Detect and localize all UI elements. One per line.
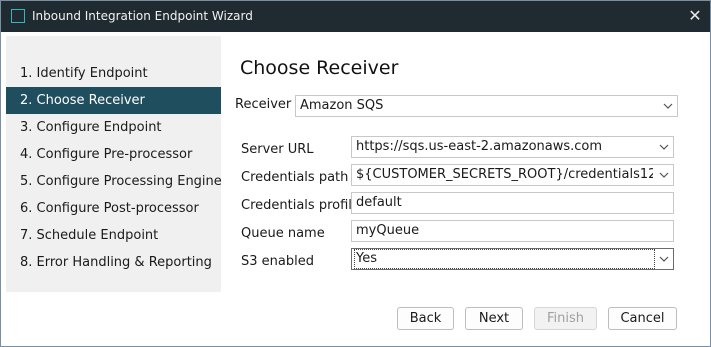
close-icon[interactable]: ✕ — [683, 5, 707, 27]
nav-step-configure-endpoint[interactable]: 3. Configure Endpoint — [6, 114, 221, 141]
title-bar: Inbound Integration Endpoint Wizard ✕ — [1, 1, 710, 32]
credentials-profile-label: Credentials profile — [241, 198, 360, 213]
s3-enabled-label: S3 enabled — [241, 254, 314, 269]
page-title: Choose Receiver — [240, 57, 399, 79]
server-url-label: Server URL — [241, 142, 314, 157]
nav-step-identify-endpoint[interactable]: 1. Identify Endpoint — [6, 60, 221, 87]
wizard-window: Inbound Integration Endpoint Wizard ✕ 1.… — [0, 0, 711, 347]
receiver-select[interactable]: Amazon SQS — [295, 95, 678, 117]
nav-step-schedule-endpoint[interactable]: 7. Schedule Endpoint — [6, 222, 221, 249]
next-button[interactable]: Next — [465, 307, 523, 330]
s3-enabled-value: Yes — [354, 249, 655, 269]
window-title: Inbound Integration Endpoint Wizard — [32, 9, 253, 23]
queue-name-input[interactable]: myQueue — [351, 220, 674, 242]
nav-step-configure-processing-engine[interactable]: 5. Configure Processing Engine — [6, 168, 222, 195]
receiver-label: Receiver — [235, 97, 292, 112]
cancel-button[interactable]: Cancel — [608, 307, 677, 330]
chevron-down-icon — [663, 103, 673, 109]
s3-enabled-select[interactable]: Yes — [351, 248, 674, 270]
nav-step-error-handling[interactable]: 8. Error Handling & Reporting — [6, 249, 221, 276]
server-url-select[interactable]: https://sqs.us-east-2.amazonaws.com — [351, 136, 674, 158]
nav-step-configure-post-processor[interactable]: 6. Configure Post-processor — [6, 195, 221, 222]
nav-step-choose-receiver[interactable]: 2. Choose Receiver — [6, 87, 221, 114]
credentials-path-select[interactable]: ${CUSTOMER_SECRETS_ROOT}/credentials123 — [351, 164, 674, 186]
wizard-steps-nav: 1. Identify Endpoint 2. Choose Receiver … — [6, 36, 222, 292]
back-button[interactable]: Back — [397, 307, 454, 330]
chevron-down-icon — [659, 256, 669, 262]
finish-button[interactable]: Finish — [534, 307, 597, 330]
nav-step-configure-pre-processor[interactable]: 4. Configure Pre-processor — [6, 141, 221, 168]
chevron-down-icon — [659, 144, 669, 150]
chevron-down-icon — [659, 172, 669, 178]
app-window-icon — [11, 9, 25, 23]
receiver-select-value: Amazon SQS — [300, 98, 384, 113]
credentials-path-label: Credentials path — [241, 170, 349, 185]
queue-name-label: Queue name — [241, 226, 325, 241]
server-url-value: https://sqs.us-east-2.amazonaws.com — [356, 139, 603, 154]
credentials-path-value: ${CUSTOMER_SECRETS_ROOT}/credentials123 — [356, 167, 653, 182]
credentials-profile-input[interactable]: default — [351, 192, 674, 214]
